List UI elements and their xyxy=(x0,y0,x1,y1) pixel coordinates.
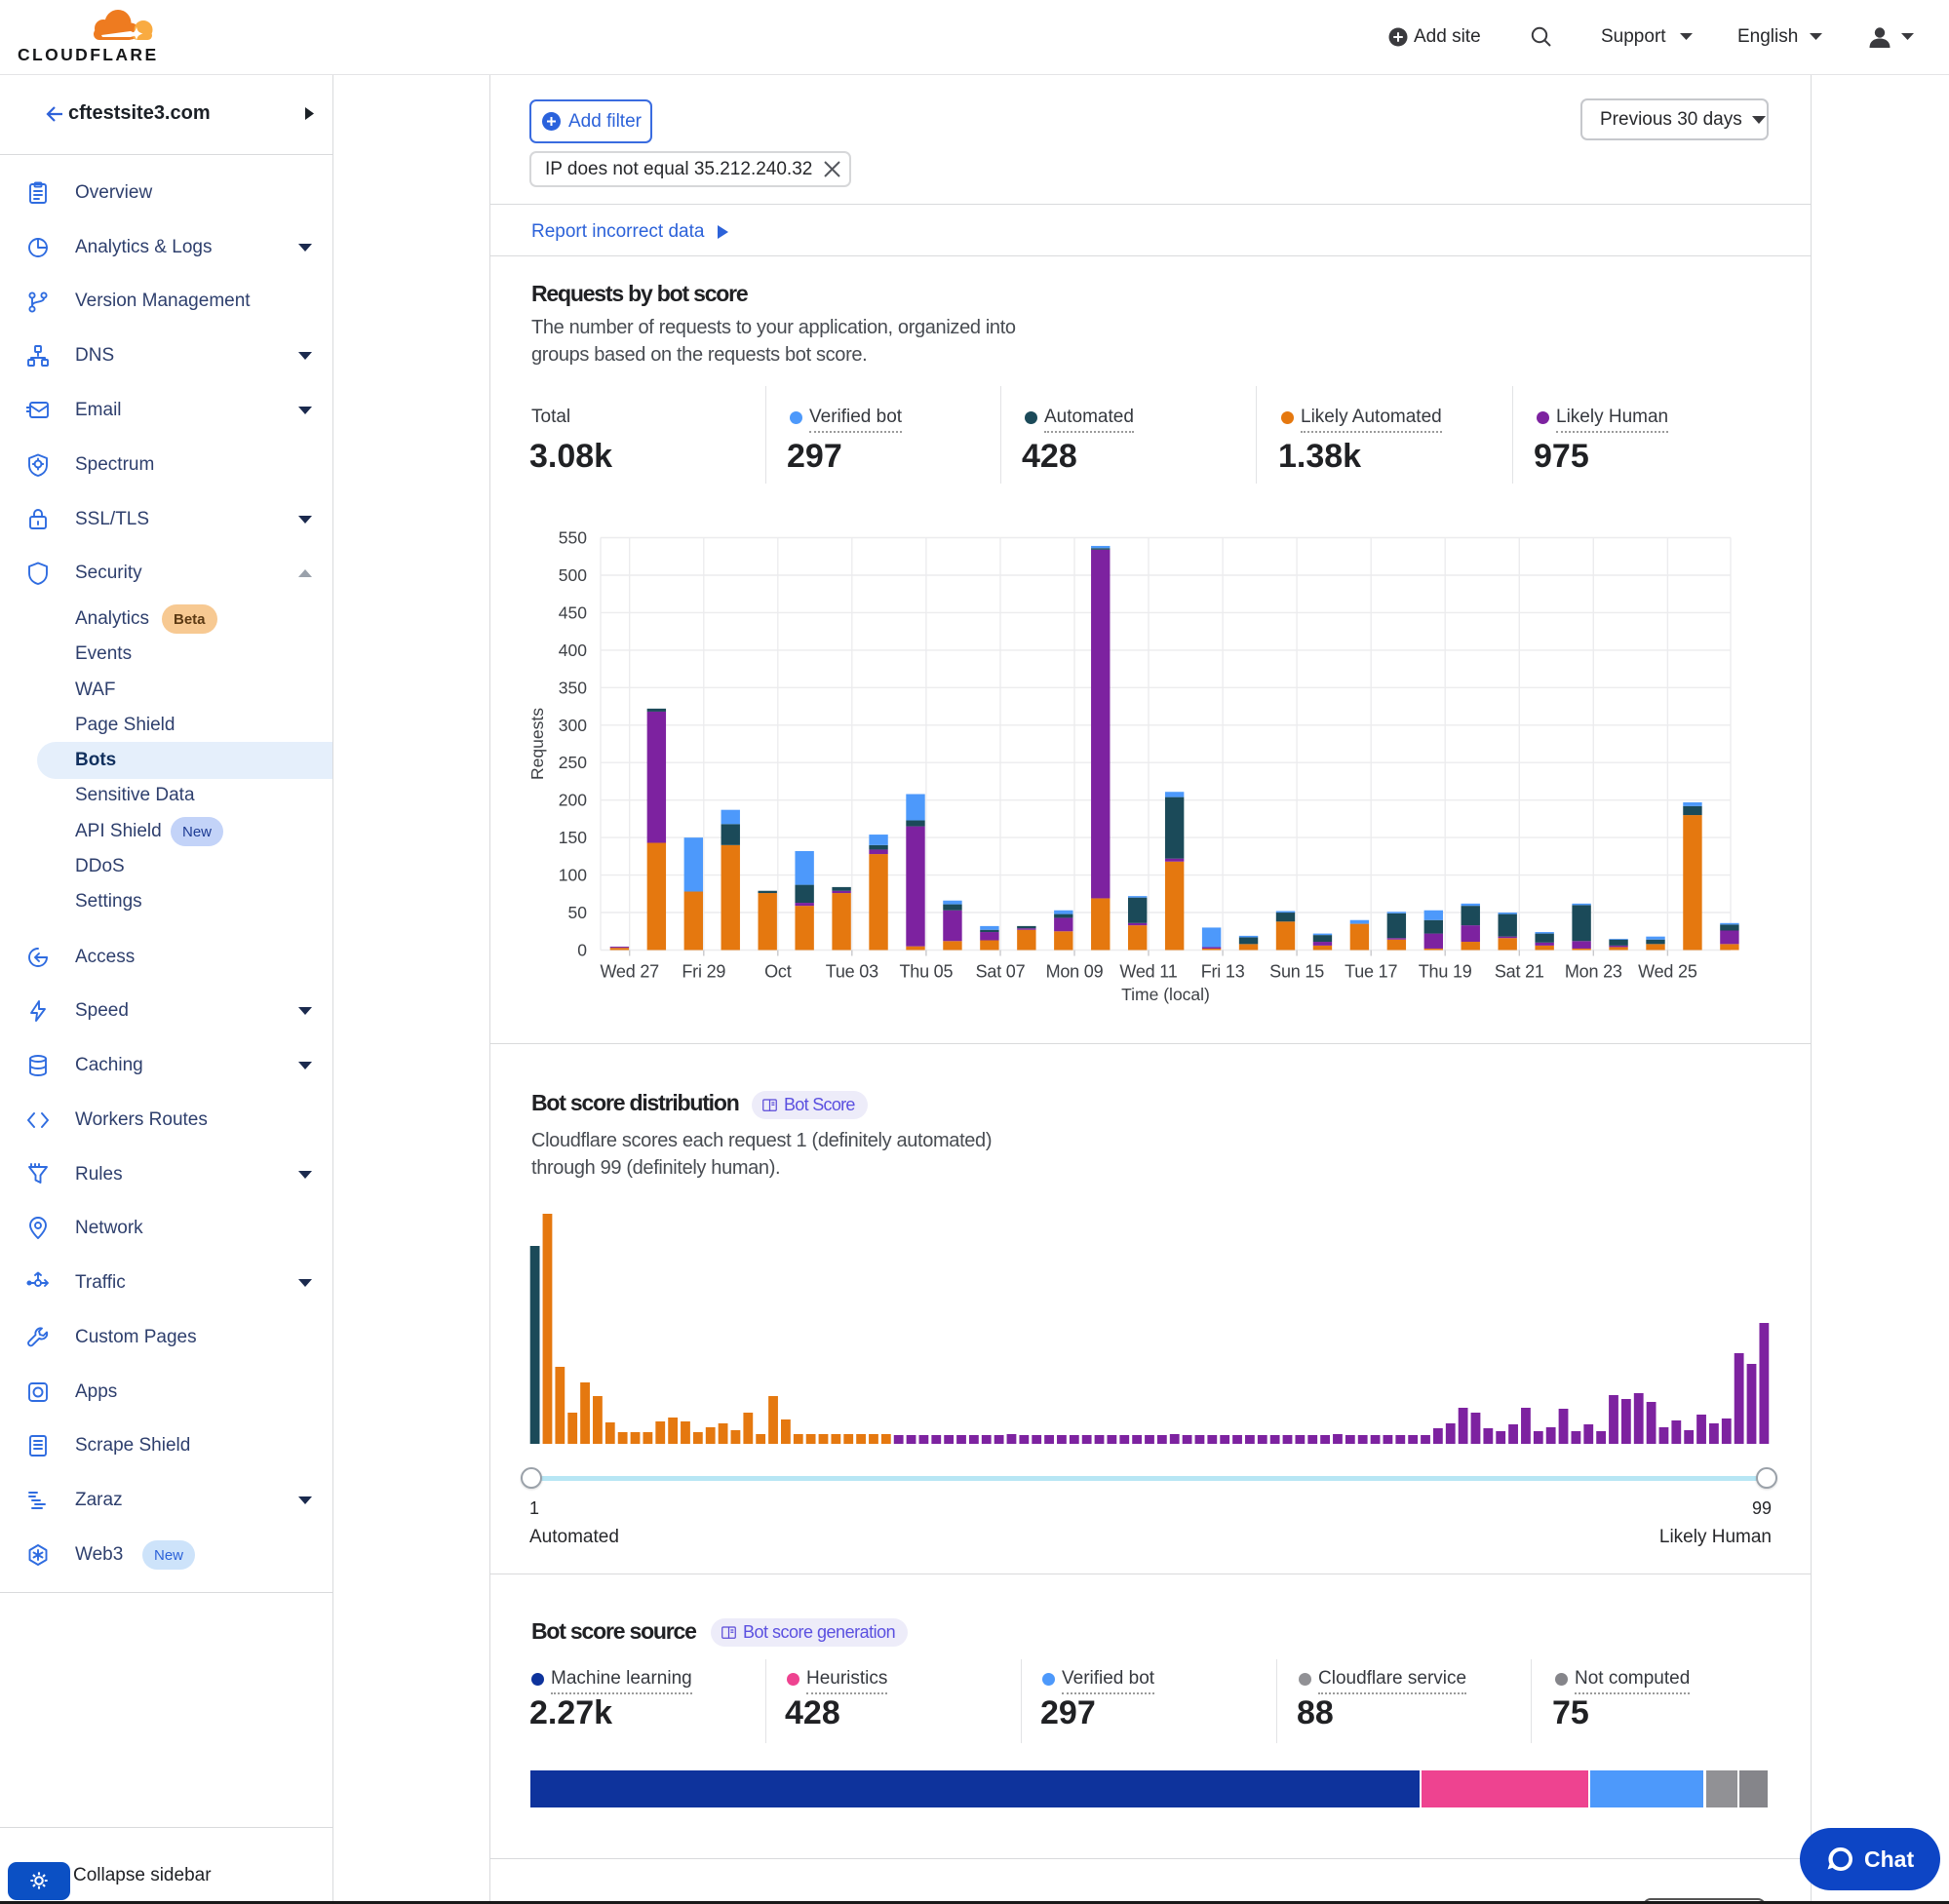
svg-text:300: 300 xyxy=(559,716,587,735)
svg-text:Tue 17: Tue 17 xyxy=(1345,962,1397,982)
svg-text:Fri 13: Fri 13 xyxy=(1201,962,1245,982)
svg-text:Wed 25: Wed 25 xyxy=(1638,962,1697,982)
svg-text:Wed 27: Wed 27 xyxy=(600,962,659,982)
svg-text:100: 100 xyxy=(559,866,587,885)
svg-text:Sun 15: Sun 15 xyxy=(1269,962,1324,982)
svg-text:500: 500 xyxy=(559,565,587,585)
svg-text:400: 400 xyxy=(559,641,587,660)
svg-text:50: 50 xyxy=(568,903,588,922)
svg-text:0: 0 xyxy=(577,941,587,960)
svg-text:550: 550 xyxy=(559,528,587,548)
svg-text:Thu 05: Thu 05 xyxy=(899,962,953,982)
svg-text:250: 250 xyxy=(559,753,587,772)
svg-text:Tue 03: Tue 03 xyxy=(826,962,878,982)
svg-text:200: 200 xyxy=(559,791,587,810)
svg-text:150: 150 xyxy=(559,828,587,847)
svg-text:Mon 09: Mon 09 xyxy=(1046,962,1104,982)
svg-text:Wed 11: Wed 11 xyxy=(1119,962,1177,982)
svg-text:Fri 29: Fri 29 xyxy=(682,962,725,982)
svg-text:Oct: Oct xyxy=(764,962,792,982)
svg-text:Sat 21: Sat 21 xyxy=(1495,962,1544,982)
svg-text:Thu 19: Thu 19 xyxy=(1419,962,1472,982)
svg-text:Sat 07: Sat 07 xyxy=(976,962,1026,982)
svg-text:Time (local): Time (local) xyxy=(1121,985,1210,1004)
svg-text:Mon 23: Mon 23 xyxy=(1565,962,1622,982)
svg-text:450: 450 xyxy=(559,602,587,622)
svg-text:Requests: Requests xyxy=(527,708,547,780)
svg-text:350: 350 xyxy=(559,678,587,697)
